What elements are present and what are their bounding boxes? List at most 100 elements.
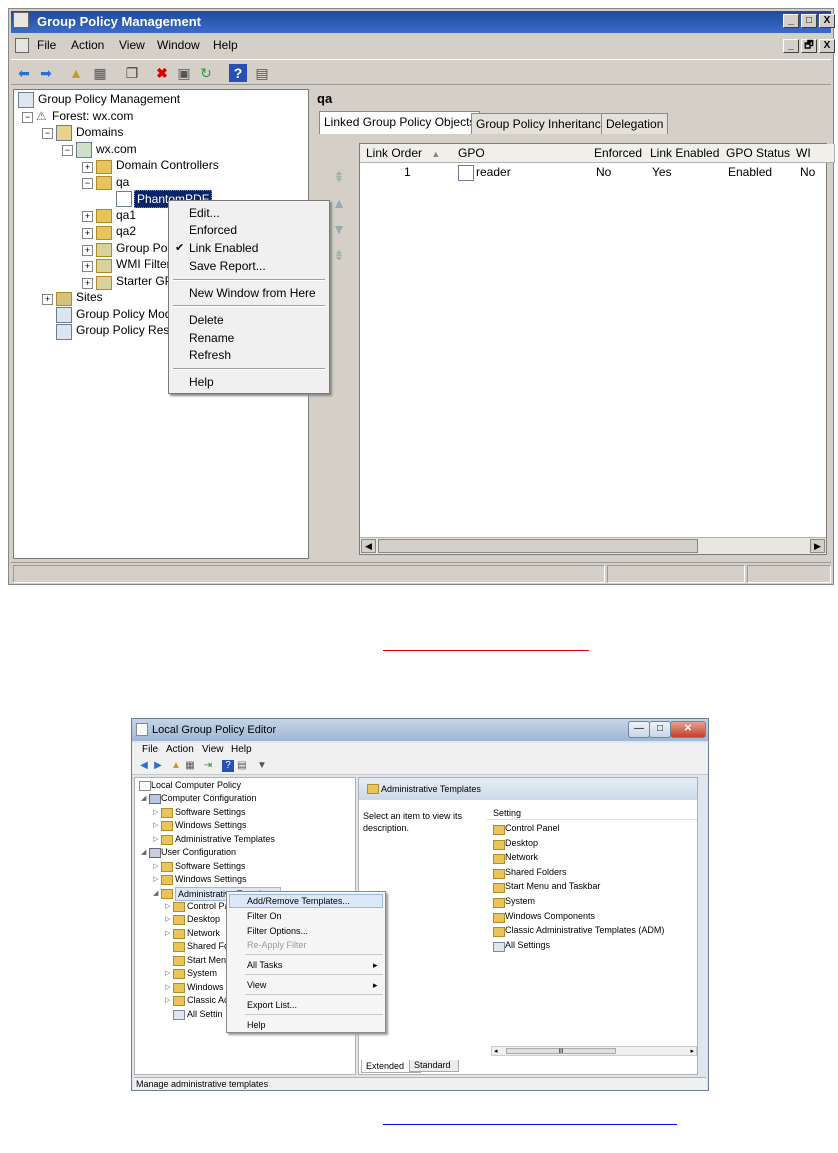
filter-icon[interactable]: ▼	[256, 760, 268, 772]
expand-icon[interactable]: ▷	[153, 835, 158, 843]
tree-uc-software[interactable]: Software Settings	[175, 860, 246, 872]
expand-icon[interactable]: +	[82, 211, 93, 222]
expand-icon[interactable]: +	[82, 245, 93, 256]
scroll-left-icon[interactable]: ◀	[361, 539, 376, 553]
expand-icon[interactable]: ▷	[153, 821, 158, 829]
expand-icon[interactable]: ▷	[153, 875, 158, 883]
menu-item-new-window[interactable]: New Window from Here	[189, 285, 316, 301]
list-item[interactable]: All Settings	[505, 940, 550, 950]
expand-icon[interactable]: ▷	[153, 862, 158, 870]
show-console-icon[interactable]: ▤	[253, 64, 271, 82]
scroll-thumb[interactable]: III	[506, 1048, 616, 1055]
maximize-button[interactable]: □	[649, 721, 671, 738]
menu-view[interactable]: View	[119, 38, 145, 52]
move-top-icon[interactable]: ⇞	[331, 169, 347, 185]
menu-item-add-remove-templates[interactable]: Add/Remove Templates...	[247, 895, 350, 907]
back-icon[interactable]: ⬅	[15, 64, 33, 82]
menu-window[interactable]: Window	[157, 38, 200, 52]
list-item[interactable]: Desktop	[505, 838, 538, 848]
minimize-button[interactable]: _	[783, 14, 799, 28]
collapse-icon[interactable]: ◢	[153, 889, 158, 897]
tree-cc-admin[interactable]: Administrative Templates	[175, 833, 275, 845]
tree-sites[interactable]: Sites	[76, 289, 103, 305]
menu-item-help[interactable]: Help	[247, 1019, 266, 1031]
tree-results[interactable]: Group Policy Resul	[76, 322, 179, 338]
list-item[interactable]: Network	[505, 852, 538, 862]
menu-item-all-tasks[interactable]: All Tasks	[247, 959, 282, 971]
up-folder-icon[interactable]: ▲	[170, 760, 182, 772]
minimize-button[interactable]: —	[628, 721, 650, 738]
export-icon[interactable]: ⇥	[202, 760, 214, 772]
list-item[interactable]: Control Panel	[505, 823, 560, 833]
hyperlink-underline[interactable]	[383, 1124, 677, 1125]
tree-uc-windows[interactable]: Windows Settings	[175, 873, 247, 885]
menu-item-filter-on[interactable]: Filter On	[247, 910, 282, 922]
move-down-icon[interactable]: ▼	[331, 221, 347, 237]
scroll-left-icon[interactable]: ◂	[494, 1047, 498, 1055]
collapse-icon[interactable]: −	[82, 178, 93, 189]
tree-qa[interactable]: qa	[116, 174, 129, 190]
tree-qa1[interactable]: qa1	[116, 207, 136, 223]
collapse-icon[interactable]: −	[42, 128, 53, 139]
title-bar[interactable]: Local Group Policy Editor	[132, 719, 708, 741]
menu-item-link-enabled[interactable]: Link Enabled	[189, 240, 258, 256]
menu-item-help[interactable]: Help	[189, 374, 214, 390]
expand-icon[interactable]: +	[42, 294, 53, 305]
mdi-close-button[interactable]: X	[819, 39, 835, 53]
show-hide-tree-icon[interactable]: ▦	[184, 760, 196, 772]
scroll-right-icon[interactable]: ▸	[690, 1047, 694, 1055]
collapse-icon[interactable]: ◢	[141, 794, 146, 802]
tree-domain[interactable]: wx.com	[96, 141, 137, 157]
tree-admin-child[interactable]: Desktop	[187, 913, 220, 925]
tree-admin-child[interactable]: Network	[187, 927, 220, 939]
forward-icon[interactable]: ➡	[37, 64, 55, 82]
tree-computer-config[interactable]: Computer Configuration	[161, 792, 257, 804]
list-item[interactable]: Start Menu and Taskbar	[505, 881, 600, 891]
tab-inheritance[interactable]: Group Policy Inheritance	[471, 113, 613, 134]
menu-help[interactable]: Help	[231, 744, 252, 755]
menu-item-filter-options[interactable]: Filter Options...	[247, 925, 308, 937]
expand-icon[interactable]: ▷	[165, 902, 170, 910]
column-link-enabled[interactable]: Link Enabled	[644, 144, 727, 163]
horizontal-scrollbar[interactable]: ◀ ▶	[360, 537, 826, 554]
close-button[interactable]: X	[819, 14, 835, 28]
refresh-icon[interactable]: ↻	[197, 64, 215, 82]
show-hide-tree-icon[interactable]: ▦	[91, 64, 109, 82]
scroll-thumb[interactable]	[378, 539, 698, 553]
tree-admin-child[interactable]: Shared Fo	[187, 940, 229, 952]
list-item[interactable]: Classic Administrative Templates (ADM)	[505, 925, 664, 935]
copy-icon[interactable]: ❐	[123, 64, 141, 82]
column-link-order[interactable]: Link Order ▲	[360, 144, 459, 163]
hyperlink-underline[interactable]	[383, 650, 589, 651]
menu-item-save-report[interactable]: Save Report...	[189, 258, 266, 274]
tree-domains[interactable]: Domains	[76, 124, 123, 140]
menu-action[interactable]: Action	[71, 38, 104, 52]
menu-item-edit[interactable]: Edit...	[189, 205, 220, 221]
menu-item-export-list[interactable]: Export List...	[247, 999, 297, 1011]
expand-icon[interactable]: +	[82, 278, 93, 289]
move-bottom-icon[interactable]: ⇟	[331, 247, 347, 263]
tree-root[interactable]: Group Policy Management	[38, 91, 180, 107]
tab-standard[interactable]: Standard	[409, 1060, 459, 1072]
tree-starter-gpos[interactable]: Starter GP	[116, 273, 173, 289]
tree-admin-child[interactable]: All Settin	[187, 1008, 223, 1020]
maximize-button[interactable]: □	[801, 14, 817, 28]
menu-file[interactable]: File	[37, 38, 56, 52]
expand-icon[interactable]: ▷	[165, 915, 170, 923]
column-enforced[interactable]: Enforced	[588, 144, 651, 163]
menu-item-rename[interactable]: Rename	[189, 330, 234, 346]
tree-admin-child[interactable]: Start Men	[187, 954, 226, 966]
menu-file[interactable]: File	[142, 744, 158, 755]
collapse-icon[interactable]: ◢	[141, 848, 146, 856]
column-gpo-status[interactable]: GPO Status	[720, 144, 797, 163]
close-button[interactable]: ✕	[670, 721, 706, 738]
expand-icon[interactable]: ▷	[165, 983, 170, 991]
column-wmi-filter[interactable]: WI	[790, 144, 835, 163]
expand-icon[interactable]: ▷	[165, 929, 170, 937]
tree-root[interactable]: Local Computer Policy	[151, 779, 241, 791]
up-folder-icon[interactable]: ▲	[67, 64, 85, 82]
properties-icon[interactable]: ▣	[175, 64, 193, 82]
expand-icon[interactable]: ▷	[153, 808, 158, 816]
menu-item-refresh[interactable]: Refresh	[189, 347, 231, 363]
tab-delegation[interactable]: Delegation	[601, 113, 669, 134]
